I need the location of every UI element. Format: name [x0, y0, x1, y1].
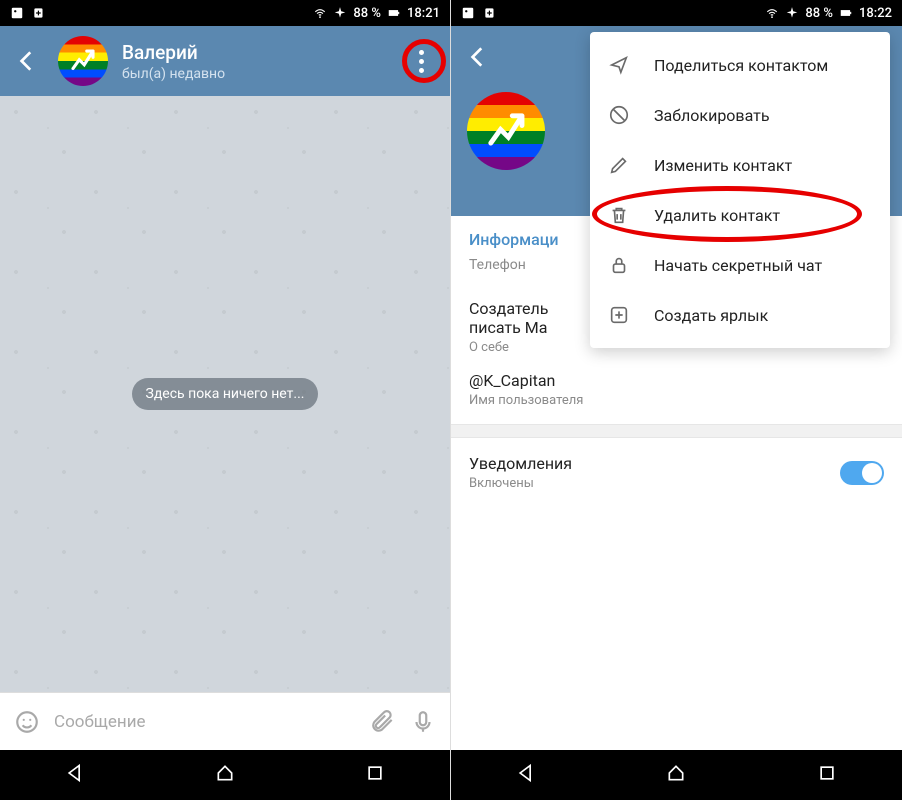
- menu-label: Начать секретный чат: [654, 256, 822, 275]
- username-label: Имя пользователя: [469, 393, 884, 408]
- menu-label: Создать ярлык: [654, 306, 768, 325]
- contact-status: был(а) недавно: [122, 66, 406, 82]
- menu-secret-chat[interactable]: Начать секретный чат: [590, 240, 890, 290]
- nav-recent[interactable]: [817, 763, 837, 787]
- notifications-toggle[interactable]: [840, 461, 884, 485]
- menu-label: Поделиться контактом: [654, 56, 828, 75]
- battery-plus-icon: [483, 6, 497, 20]
- phone-screen-chat: 88 % 18:21 Валерий был(а) недавно Здесь …: [0, 0, 451, 800]
- battery-percent: 88 %: [353, 6, 381, 21]
- username-row[interactable]: @K_Capitan Имя пользователя: [451, 359, 902, 424]
- notif-status: Включены: [469, 476, 840, 491]
- divider: [451, 424, 902, 438]
- battery-icon: [839, 6, 853, 20]
- battery-percent: 88 %: [805, 6, 833, 21]
- menu-delete-contact[interactable]: Удалить контакт: [590, 190, 890, 240]
- menu-label: Заблокировать: [654, 106, 770, 125]
- empty-chat-message: Здесь пока ничего нет...: [132, 378, 319, 410]
- message-composer: [0, 692, 450, 750]
- android-navbar: [0, 750, 450, 800]
- wifi-icon: [313, 6, 327, 20]
- chat-body: Здесь пока ничего нет...: [0, 96, 450, 692]
- more-menu-button[interactable]: [406, 46, 436, 76]
- trend-arrow-icon: [483, 108, 530, 155]
- menu-label: Изменить контакт: [654, 156, 792, 175]
- phone-screen-profile: 88 % 18:22 Информаци Телефон Создатель п…: [451, 0, 902, 800]
- block-icon: [608, 104, 630, 126]
- plus-square-icon: [608, 304, 630, 326]
- context-menu: Поделиться контактом Заблокировать Измен…: [590, 32, 890, 348]
- avatar[interactable]: [58, 36, 108, 86]
- contact-name: Валерий: [122, 41, 406, 64]
- notifications-row[interactable]: Уведомления Включены: [451, 438, 902, 507]
- airplane-icon: [333, 6, 347, 20]
- emoji-button[interactable]: [14, 709, 40, 735]
- nav-home[interactable]: [215, 763, 235, 787]
- nav-back[interactable]: [516, 763, 536, 787]
- image-icon: [10, 6, 24, 20]
- wifi-icon: [765, 6, 779, 20]
- status-bar: 88 % 18:21: [0, 0, 450, 26]
- trend-arrow-icon: [68, 46, 98, 76]
- clock: 18:22: [859, 6, 892, 21]
- notif-title: Уведомления: [469, 454, 840, 473]
- menu-edit-contact[interactable]: Изменить контакт: [590, 140, 890, 190]
- menu-label: Удалить контакт: [654, 206, 780, 225]
- nav-back[interactable]: [65, 763, 85, 787]
- share-icon: [608, 54, 630, 76]
- voice-button[interactable]: [410, 709, 436, 735]
- username-value: @K_Capitan: [469, 371, 884, 390]
- message-input[interactable]: [54, 712, 356, 732]
- android-navbar: [451, 750, 902, 800]
- chat-header: Валерий был(а) недавно: [0, 26, 450, 96]
- attach-button[interactable]: [370, 709, 396, 735]
- status-bar: 88 % 18:22: [451, 0, 902, 26]
- airplane-icon: [785, 6, 799, 20]
- back-button[interactable]: [14, 48, 40, 74]
- battery-plus-icon: [32, 6, 46, 20]
- menu-block[interactable]: Заблокировать: [590, 90, 890, 140]
- menu-create-shortcut[interactable]: Создать ярлык: [590, 290, 890, 340]
- back-button[interactable]: [465, 44, 491, 70]
- avatar[interactable]: [467, 92, 545, 170]
- image-icon: [461, 6, 475, 20]
- trash-icon: [608, 204, 630, 226]
- nav-home[interactable]: [666, 763, 686, 787]
- clock: 18:21: [407, 6, 440, 21]
- battery-icon: [387, 6, 401, 20]
- menu-share-contact[interactable]: Поделиться контактом: [590, 40, 890, 90]
- edit-icon: [608, 154, 630, 176]
- nav-recent[interactable]: [365, 763, 385, 787]
- lock-icon: [608, 254, 630, 276]
